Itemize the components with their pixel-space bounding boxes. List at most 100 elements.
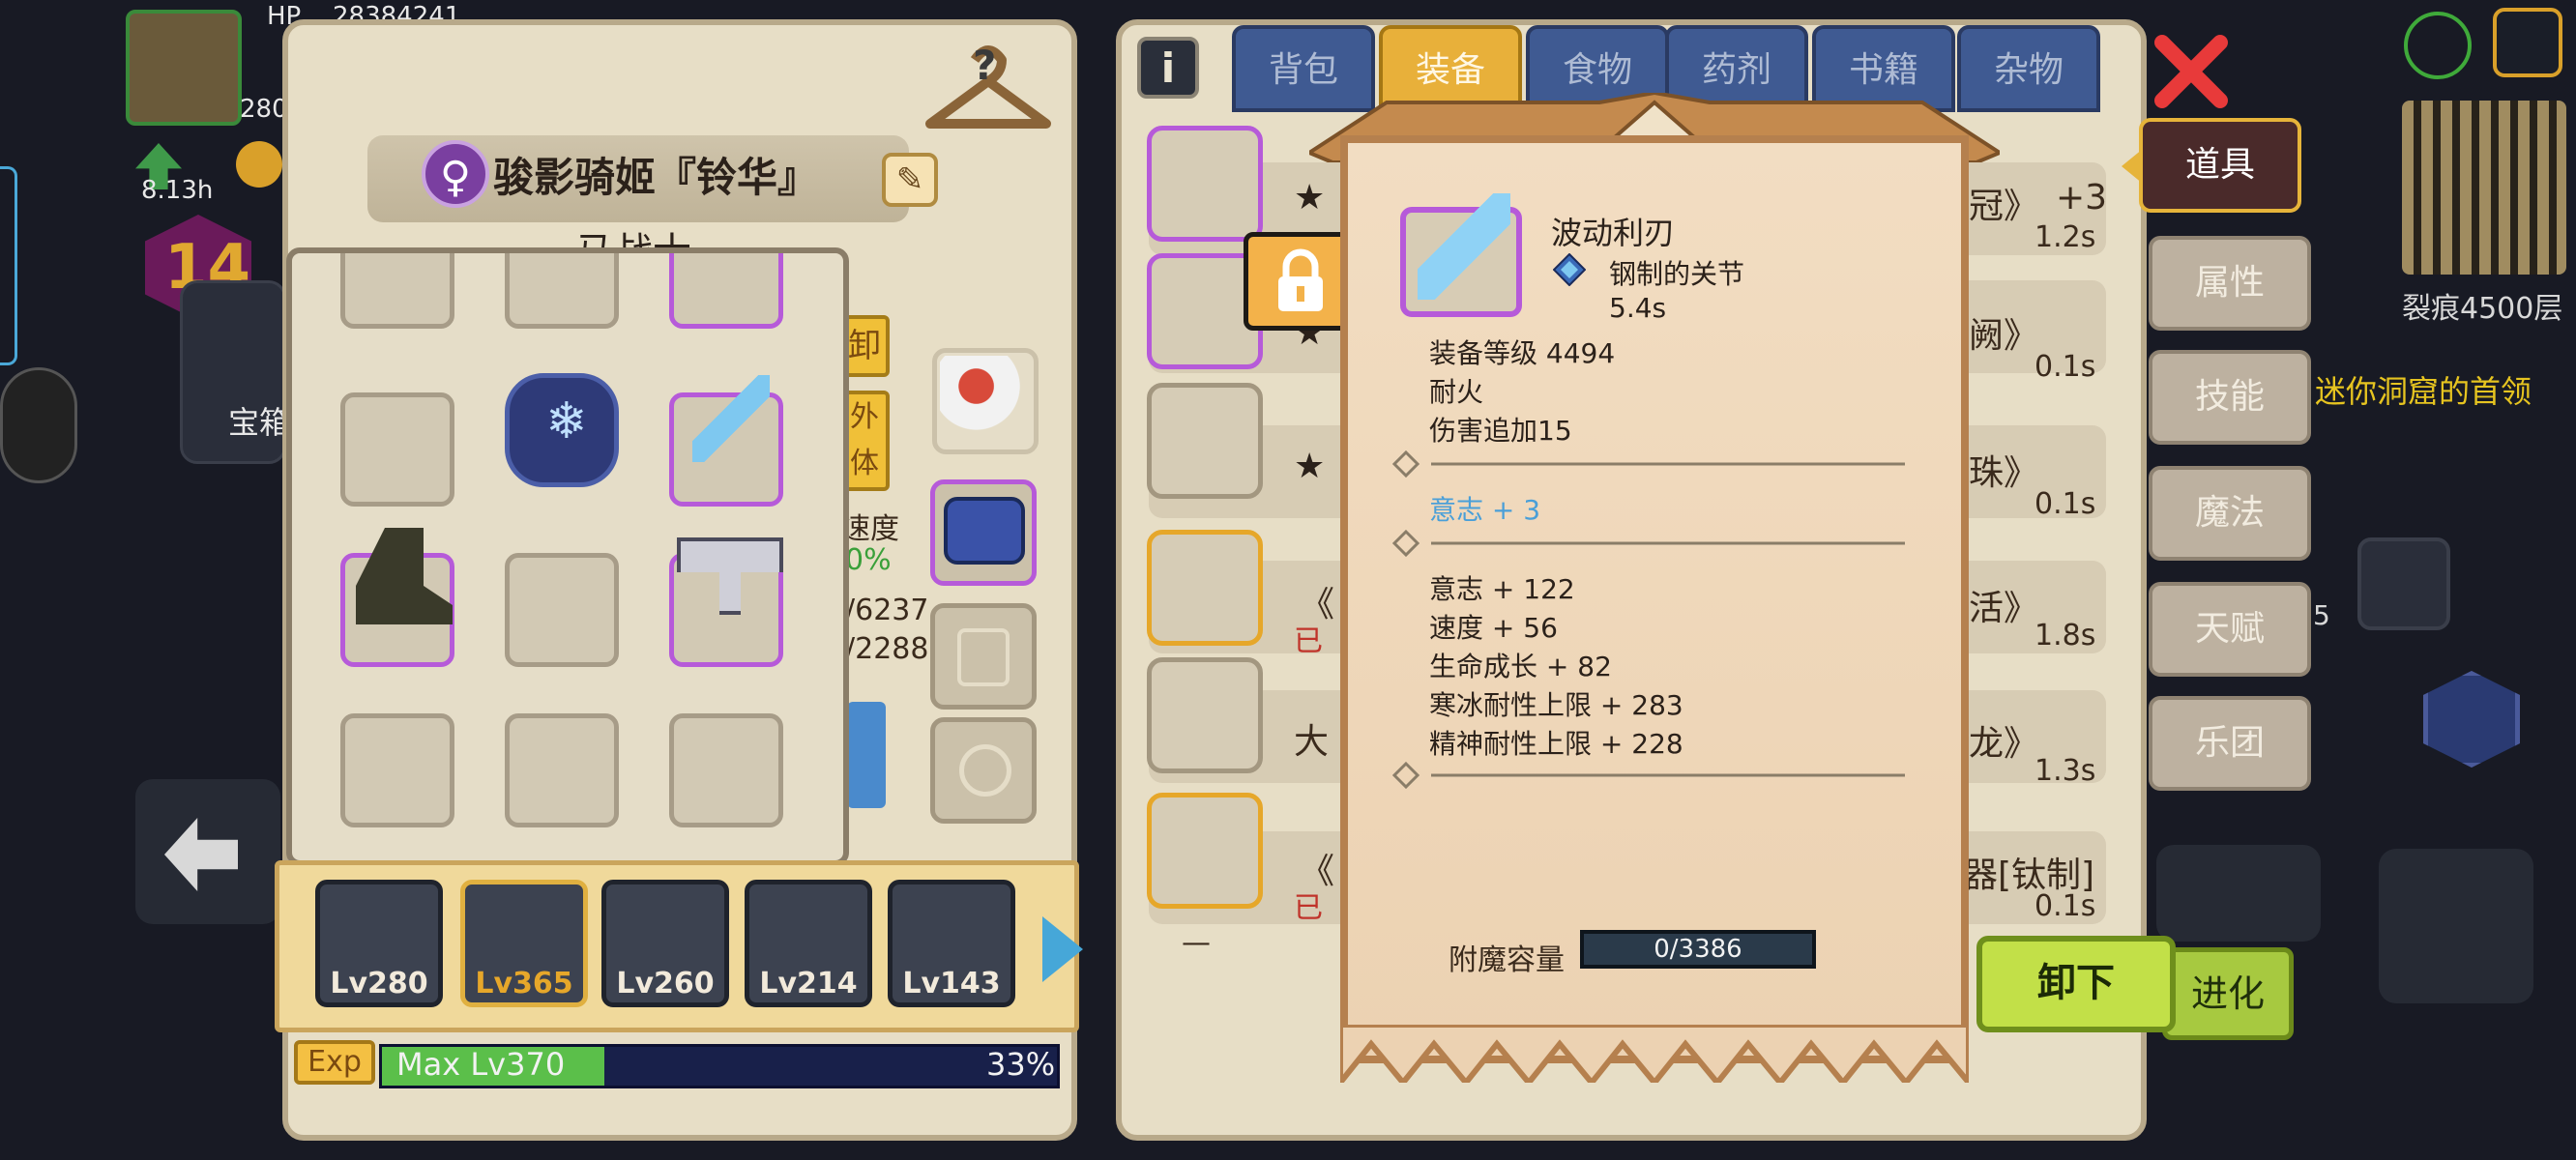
info-icon[interactable]: i bbox=[1137, 37, 1199, 99]
party-member-level: Lv214 bbox=[759, 967, 858, 1000]
menu-attributes[interactable]: 属性 bbox=[2149, 236, 2311, 331]
speed-label: 速度 bbox=[841, 512, 899, 546]
tooltip-bottom-edge bbox=[1340, 1025, 1969, 1083]
list-dash: — bbox=[1182, 926, 1211, 960]
party-member-card[interactable]: Lv214 bbox=[745, 880, 872, 1007]
speed-value: 0% bbox=[845, 543, 892, 577]
menu-talent[interactable]: 天赋 bbox=[2149, 582, 2311, 677]
row-time: 1.3s bbox=[2034, 754, 2096, 788]
player-level: 280 bbox=[240, 95, 288, 124]
close-icon[interactable] bbox=[2152, 33, 2230, 110]
character-name: 骏影骑姬『铃华』 bbox=[493, 154, 819, 201]
quest-text: 迷你洞窟的首领 bbox=[2315, 373, 2532, 410]
party-member-card[interactable]: Lv280 bbox=[315, 880, 443, 1007]
sword-icon[interactable] bbox=[2156, 845, 2321, 942]
row-time: 1.2s bbox=[2034, 220, 2096, 254]
row-time: 0.1s bbox=[2034, 487, 2096, 521]
row-bonus: +3 bbox=[2056, 178, 2108, 218]
list-icon-pickaxe[interactable] bbox=[1147, 383, 1263, 499]
slot-count: 5 bbox=[2313, 599, 2330, 631]
inventory-slot-helmet[interactable] bbox=[669, 253, 783, 329]
row-status: 已 bbox=[1294, 624, 1323, 658]
party-member-card[interactable]: Lv260 bbox=[601, 880, 729, 1007]
settings-gear-icon[interactable] bbox=[2423, 671, 2520, 768]
party-next-arrow-icon[interactable] bbox=[1042, 916, 1083, 982]
inventory-slot-seed[interactable] bbox=[505, 713, 619, 827]
party-member-card-active[interactable]: Lv365 bbox=[460, 880, 588, 1007]
tooltip-stat: 速度 + 56 bbox=[1429, 612, 1558, 644]
row-name-suffix: 冠》 bbox=[1969, 187, 2039, 226]
unequip-button[interactable]: 卸下 bbox=[1976, 936, 2176, 1032]
ring-placeholder-icon bbox=[959, 744, 1011, 797]
flower-accessory-icon bbox=[940, 356, 1031, 443]
tooltip-stat: 寒冰耐性上限 + 283 bbox=[1429, 689, 1683, 721]
inventory-slot-seed[interactable] bbox=[340, 713, 454, 827]
belt-icon bbox=[944, 497, 1025, 565]
list-icon-amulet[interactable] bbox=[1147, 530, 1263, 646]
exit-icon[interactable] bbox=[2493, 8, 2562, 77]
floor-label: 裂痕4500层 bbox=[2402, 292, 2563, 326]
row-name-suffix: 珠》 bbox=[1969, 453, 2039, 493]
tooltip-stat: 意志 + 122 bbox=[1429, 573, 1575, 605]
magic-staff-icon[interactable] bbox=[2357, 537, 2450, 630]
svg-text:?: ? bbox=[973, 42, 996, 89]
inventory-slot[interactable] bbox=[505, 253, 619, 329]
bag-icon bbox=[847, 702, 886, 808]
edit-name-icon[interactable]: ✎ bbox=[882, 153, 938, 207]
boots-placeholder-icon bbox=[957, 628, 1010, 686]
blade-icon bbox=[1418, 193, 1510, 300]
row-name-suffix: 阙》 bbox=[1969, 316, 2039, 356]
snowflake-icon: ❄ bbox=[545, 392, 588, 450]
row-time: 1.8s bbox=[2034, 619, 2096, 652]
dungeon-map-icon[interactable] bbox=[2402, 101, 2566, 275]
tooltip-divider bbox=[1392, 762, 1905, 789]
inventory-slot[interactable] bbox=[340, 392, 454, 507]
menu-skills[interactable]: 技能 bbox=[2149, 350, 2311, 445]
row-time: 0.1s bbox=[2034, 889, 2096, 923]
inventory-slot-seed[interactable] bbox=[669, 713, 783, 827]
row-prefix: 大 bbox=[1294, 722, 1330, 762]
favorite-star-icon: ★ bbox=[1294, 178, 1326, 218]
tooltip-set-name: 钢制的关节 bbox=[1609, 258, 1745, 290]
exp-max-level: Max Lv370 bbox=[396, 1046, 566, 1083]
enchant-capacity-bar: 0/3386 bbox=[1580, 930, 1816, 969]
blade-item-icon bbox=[692, 375, 770, 462]
menu-pointer-icon bbox=[2122, 149, 2143, 184]
map-icon[interactable] bbox=[2404, 12, 2472, 79]
tooltip-trait: 耐火 bbox=[1429, 376, 1484, 408]
row-name-suffix: 活》 bbox=[1969, 589, 2039, 628]
menu-magic[interactable]: 魔法 bbox=[2149, 466, 2311, 561]
qq-icon[interactable] bbox=[0, 367, 77, 483]
party-member-level: Lv143 bbox=[902, 967, 1001, 1000]
timer-text: 8.13h bbox=[141, 176, 214, 205]
row-name-suffix: 龙》 bbox=[1969, 724, 2039, 764]
menu-band[interactable]: 乐团 bbox=[2149, 696, 2311, 791]
tooltip-stat: 精神耐性上限 + 228 bbox=[1429, 728, 1683, 760]
exp-percent: 33% bbox=[986, 1046, 1056, 1083]
tooltip-time: 5.4s bbox=[1609, 292, 1667, 324]
bow-icon[interactable] bbox=[2379, 849, 2533, 1003]
party-member-card[interactable]: Lv143 bbox=[888, 880, 1015, 1007]
inventory-slot[interactable] bbox=[505, 553, 619, 667]
list-icon-crown[interactable] bbox=[1147, 126, 1263, 242]
hanger-icon[interactable]: ? bbox=[917, 41, 1060, 147]
exp-badge: Exp bbox=[294, 1040, 375, 1085]
favorite-star-icon: ★ bbox=[1294, 447, 1326, 486]
list-icon-chain[interactable] bbox=[1147, 793, 1263, 909]
lock-icon bbox=[1278, 248, 1323, 311]
hp-stat-partial: /6237 bbox=[845, 594, 929, 627]
evolve-button[interactable]: 进化 bbox=[2162, 947, 2294, 1040]
tooltip-item-name: 波动利刃 bbox=[1551, 215, 1676, 251]
tooltip-divider bbox=[1392, 450, 1905, 478]
player-avatar[interactable] bbox=[126, 10, 242, 126]
menu-items[interactable]: 道具 bbox=[2139, 118, 2301, 213]
mp-stat-partial: /2288 bbox=[845, 632, 929, 666]
list-icon-axe[interactable] bbox=[1147, 657, 1263, 773]
chest-label: 宝箱 bbox=[228, 404, 291, 441]
tooltip-enchant: 意志 + 3 bbox=[1429, 494, 1541, 526]
inventory-slot[interactable] bbox=[340, 253, 454, 329]
party-member-level: Lv365 bbox=[475, 967, 573, 1000]
gold-icon bbox=[236, 141, 282, 188]
tooltip-divider bbox=[1392, 530, 1905, 557]
side-edge-bar bbox=[0, 166, 17, 365]
